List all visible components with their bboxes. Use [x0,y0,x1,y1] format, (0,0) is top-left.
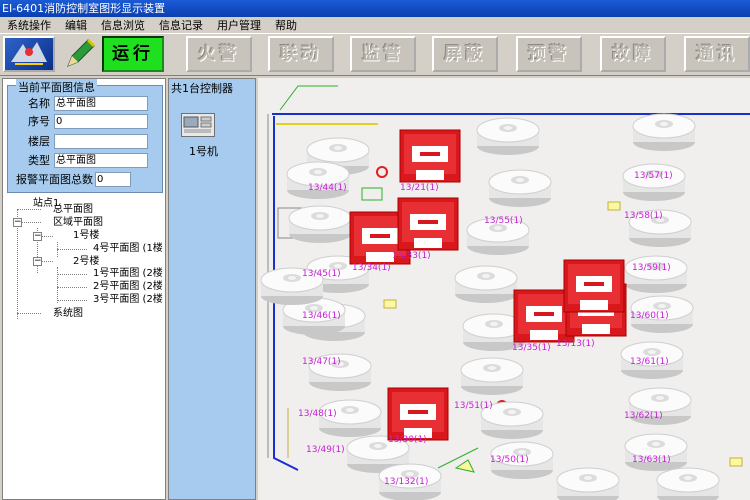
detector-label: 13/47(1) [302,357,341,367]
detector-label: 13/62(1) [624,411,663,421]
detector-label: 13/45(1) [302,269,341,279]
detector-label: 13/44(1) [308,183,347,193]
tree-item-plan-4[interactable]: 4号平面图 (1楼 [93,242,163,255]
smoke-detector-icon[interactable] [624,433,688,472]
detector-label: 13/132(1) [384,477,428,487]
expand-building2-icon[interactable]: − [33,257,42,266]
detector-label: 13/49(1) [306,445,345,455]
smoke-detector-icon[interactable] [656,467,720,500]
smoke-detector-icon[interactable] [488,169,552,208]
seq-row: 序号 0 [12,113,148,129]
detector-label: 13/35(1) [512,343,551,353]
floor-row: 楼层 [12,133,148,149]
tree-item-system-diagram[interactable]: 系统图 [53,307,83,320]
menu-browse[interactable]: 信息浏览 [94,17,152,34]
detector-label: 13/57(1) [634,171,673,181]
menu-edit[interactable]: 编辑 [58,17,94,34]
floor-field[interactable] [54,133,148,149]
alarm-count-field[interactable]: 0 [95,171,131,187]
detector-label: 13/46(1) [302,311,341,321]
fault-button[interactable]: 故障 [600,36,666,72]
run-button[interactable]: 运行 [102,36,164,72]
controller-icon[interactable] [181,113,215,137]
smoke-detector-icon[interactable] [454,265,518,304]
plan-info-box: 当前平面图信息 名称 总平面图 序号 0 楼层 类型 总平面图 报警平面图总数 … [7,79,163,193]
manual-call-point-icon[interactable] [397,197,459,251]
supervise-button[interactable]: 监管 [350,36,416,72]
menu-system[interactable]: 系统操作 [0,17,58,34]
detector-label: 13/63(1) [632,455,671,465]
floor-plan-canvas: 13/44(1) 13/45(1) 13/46(1) 13/47(1) 13/48(1)… [260,85,750,500]
floor-plan-map: 13/44(1) 13/45(1) 13/46(1) 13/47(1) 13/48(1)… [258,78,750,500]
detector-label: 13/21(1) [400,183,439,193]
name-field[interactable]: 总平面图 [54,95,148,111]
detector-label: 13/61(1) [630,357,669,367]
controller-1-label[interactable]: 1号机 [189,143,218,159]
detector-label: 13/55(1) [484,216,523,226]
name-label: 名称 [28,97,50,110]
controller-panel: 共1台控制器 1号机 [168,78,256,500]
manual-call-point-icon[interactable] [563,259,625,313]
alarm-count-label: 报警平面图总数 [16,173,93,186]
tree-item-plan-3[interactable]: 3号平面图 (2楼 [93,293,163,306]
detector-label: 13/48(1) [298,409,337,419]
alarm-count-row: 报警平面图总数 0 [12,171,131,187]
smoke-detector-icon[interactable] [622,163,686,202]
smoke-detector-icon[interactable] [476,117,540,156]
detector-label: 13/50(1) [490,455,529,465]
menu-help[interactable]: 帮助 [268,17,304,34]
tree-item-building-1[interactable]: 1号楼 [73,229,99,242]
detector-label: 13/34(1) [352,263,391,273]
comm-button[interactable]: 通讯 [684,36,750,72]
tree-item-region-plans[interactable]: 区域平面图 [53,216,103,229]
linkage-button[interactable]: 联动 [268,36,334,72]
type-field[interactable]: 总平面图 [54,152,148,168]
edit-pencil-icon[interactable] [62,36,98,72]
smoke-detector-icon[interactable] [632,113,696,152]
detector-label: 13/30(1) [388,435,427,445]
site-tree: 站点1 总平面图 − 区域平面图 − 1号楼 4号平面图 (1楼 − 2号楼 1… [7,197,163,497]
window-title: EI-6401消防控制室图形显示装置 [0,0,750,17]
menu-records[interactable]: 信息记录 [152,17,210,34]
smoke-detector-icon[interactable] [286,161,350,200]
smoke-detector-icon[interactable] [288,205,352,244]
expand-building1-icon[interactable]: − [33,232,42,241]
manual-call-point-icon[interactable] [387,387,449,441]
type-label: 类型 [28,154,50,167]
fire-alarm-button[interactable]: 火警 [186,36,252,72]
detector-label: 13/33(1) [392,251,431,261]
seq-label: 序号 [28,115,50,128]
controller-count: 共1台控制器 [171,82,233,95]
floor-label: 楼层 [28,135,50,148]
seq-field[interactable]: 0 [54,113,148,129]
manual-call-point-icon[interactable] [399,129,461,183]
prewarning-button[interactable]: 预警 [516,36,582,72]
logo-icon [3,36,55,72]
menu-bar: 系统操作 编辑 信息浏览 信息记录 用户管理 帮助 [0,17,750,34]
detector-label: 13/51(1) [454,401,493,411]
smoke-detector-icon[interactable] [624,255,688,294]
detector-label: 13/59(1) [632,263,671,273]
tree-item-plan-1[interactable]: 1号平面图 (2楼 [93,267,163,280]
toolbar: 运行 火警 联动 监管 屏蔽 预警 故障 通讯 [0,34,750,76]
expand-region-icon[interactable]: − [13,218,22,227]
smoke-detector-icon[interactable] [556,467,620,500]
detector-label: 13/58(1) [624,211,663,221]
type-row: 类型 总平面图 [12,152,148,168]
tree-item-master-plan[interactable]: 总平面图 [53,203,93,216]
smoke-detector-icon[interactable] [460,357,524,396]
detector-label: 13/13(1) [556,339,595,349]
tree-item-plan-2[interactable]: 2号平面图 (2楼 [93,280,163,293]
shield-button[interactable]: 屏蔽 [432,36,498,72]
plan-info-title: 当前平面图信息 [16,79,97,95]
menu-users[interactable]: 用户管理 [210,17,268,34]
detector-label: 13/60(1) [630,311,669,321]
name-row: 名称 总平面图 [12,95,148,111]
left-panel: 当前平面图信息 名称 总平面图 序号 0 楼层 类型 总平面图 报警平面图总数 … [2,78,166,500]
